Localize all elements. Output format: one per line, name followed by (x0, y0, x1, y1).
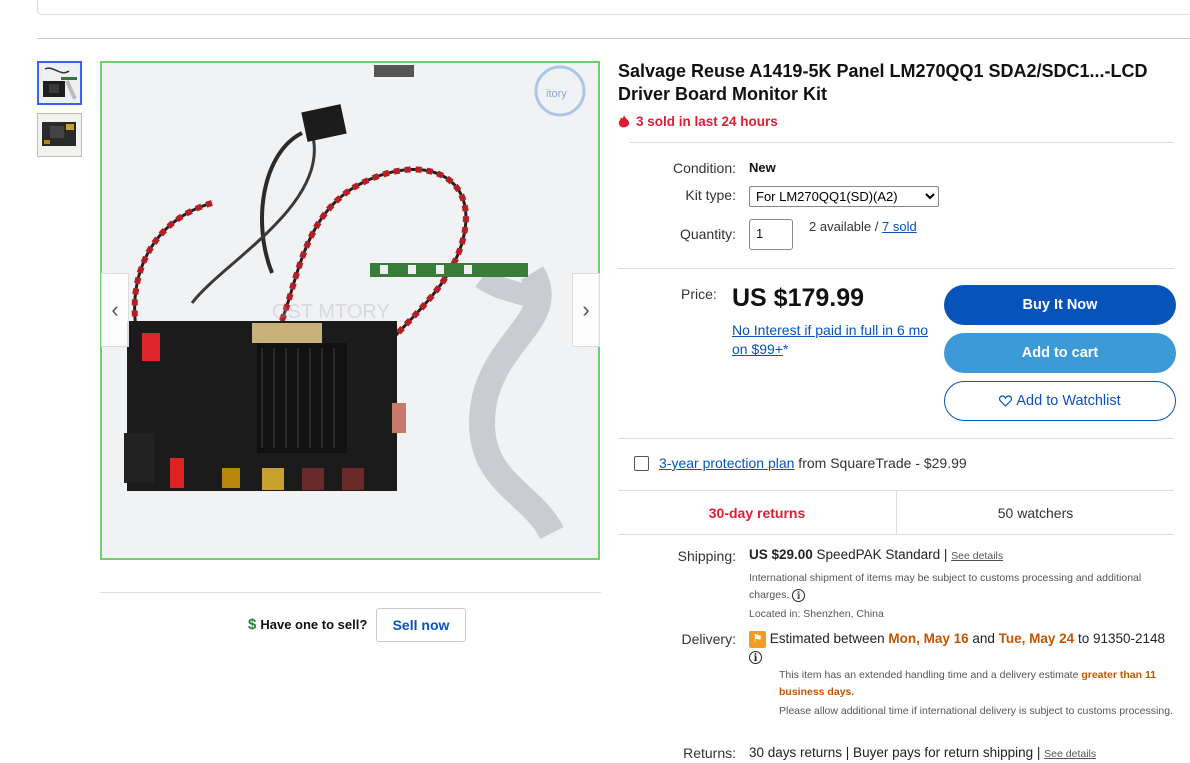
quantity-input[interactable]: 1 (749, 219, 793, 250)
financing-asterisk: * (783, 341, 789, 357)
protection-plan-provider: from SquareTrade - $29.99 (794, 455, 967, 471)
shipping-cost-row: US $29.00 SpeedPAK Standard | See detail… (749, 547, 1003, 562)
watchers-count: 50 watchers (997, 504, 1074, 521)
customs-note: International shipment of items may be s… (749, 570, 1174, 604)
protection-plan-row: 3-year protection plan from SquareTrade … (634, 455, 967, 471)
returns-policy: 30 days returns | Buyer pays for return … (749, 745, 1096, 760)
delivery-and: and (968, 631, 999, 646)
thumbnail-1[interactable] (37, 61, 82, 105)
delivery-label: Delivery: (681, 631, 736, 647)
delivery-start-date: Mon, May 16 (888, 631, 969, 646)
sell-now-button[interactable]: Sell now (376, 608, 466, 642)
chevron-left-icon: ‹ (111, 297, 119, 322)
delivery-zip: to 91350-2148 (1074, 631, 1166, 646)
thumbnail-2-image (38, 114, 81, 156)
protection-plan-checkbox[interactable] (634, 455, 649, 471)
protection-plan-text: 3-year protection plan from SquareTrade … (659, 455, 967, 471)
top-divider (37, 38, 1190, 39)
intl-delivery-note: Please allow additional time if internat… (779, 705, 1173, 717)
dollar-icon: $ (248, 616, 257, 633)
info-icon[interactable]: i (792, 588, 806, 602)
available-text: 2 available / (809, 219, 882, 234)
delivery-info-icon[interactable]: i (749, 650, 762, 664)
delivery-end-date: Tue, May 24 (998, 631, 1075, 646)
left-divider (100, 592, 601, 593)
customs-note-text: International shipment of items may be s… (749, 572, 1142, 601)
kit-type-select[interactable]: For LM270QQ1(SD)(A2) (749, 186, 939, 207)
returns-badge: 30-day returns (618, 491, 897, 534)
top-search-frame (37, 0, 1190, 15)
protection-plan-link[interactable]: 3-year protection plan (659, 455, 794, 471)
buy-it-now-button[interactable]: Buy It Now (944, 285, 1176, 325)
kit-type-dropdown[interactable]: For LM270QQ1(SD)(A2) (749, 186, 939, 207)
price-divider (618, 268, 1174, 269)
item-location: Located in: Shenzhen, China (749, 608, 884, 620)
shipping-cost: US $29.00 (749, 547, 813, 562)
handling-note-text: This item has an extended handling time … (779, 669, 1082, 681)
main-product-image[interactable]: itory OST MTORY (100, 61, 600, 560)
sold-count-link[interactable]: 7 sold (882, 219, 917, 234)
driver-board-photo: itory OST MTORY (102, 63, 598, 558)
heart-icon (999, 395, 1013, 407)
returns-see-details-link[interactable]: See details (1044, 748, 1096, 760)
delivery-flag-icon: ⚑ (749, 630, 766, 648)
add-to-cart-button[interactable]: Add to cart (944, 333, 1176, 373)
financing-offer: No Interest if paid in full in 6 mo on $… (732, 321, 932, 359)
returns-label: Returns: (683, 745, 736, 761)
add-to-watchlist-button[interactable]: Add to Watchlist (944, 381, 1176, 421)
shipping-see-details-link[interactable]: See details (951, 550, 1003, 562)
shipping-label: Shipping: (677, 548, 736, 564)
sell-prompt: $ Have one to sell? (248, 616, 367, 633)
condition-label: Condition: (672, 160, 736, 176)
listing-title: Salvage Reuse A1419-5K Panel LM270QQ1 SD… (618, 61, 1148, 104)
availability: 2 available / 7 sold (809, 219, 917, 234)
price-label: Price: (681, 286, 717, 302)
sold-recent-text: 3 sold in last 24 hours (636, 114, 778, 129)
kit-type-label: Kit type: (685, 187, 736, 203)
sold-recent-badge: 3 sold in last 24 hours (618, 114, 778, 129)
condition-value: New (749, 160, 776, 175)
fire-icon (618, 114, 630, 127)
shipping-service: SpeedPAK Standard | (812, 547, 952, 562)
thumbnail-1-image (39, 63, 80, 103)
financing-link[interactable]: No Interest if paid in full in 6 mo on $… (732, 322, 928, 357)
price-value: US $179.99 (732, 284, 865, 312)
sell-question: Have one to sell? (260, 617, 368, 632)
previous-image-button[interactable]: ‹ (101, 273, 129, 347)
protection-divider (618, 438, 1174, 439)
watchlist-label: Add to Watchlist (1016, 393, 1121, 409)
svg-text:OST MTORY: OST MTORY (272, 301, 390, 323)
chevron-right-icon: › (582, 297, 590, 322)
handling-note: This item has an extended handling time … (779, 667, 1174, 701)
details-divider (630, 142, 1174, 143)
next-image-button[interactable]: › (572, 273, 600, 347)
highlights-bar: 30-day returns 50 watchers (618, 490, 1174, 535)
quantity-label: Quantity: (679, 226, 736, 242)
returns-text: 30 days returns | Buyer pays for return … (749, 745, 1045, 760)
svg-text:itory: itory (546, 88, 567, 100)
delivery-estimate: ⚑ Estimated between Mon, May 16 and Tue,… (749, 630, 1174, 666)
delivery-prefix: Estimated between (769, 631, 889, 646)
thumbnail-2[interactable] (37, 113, 82, 157)
